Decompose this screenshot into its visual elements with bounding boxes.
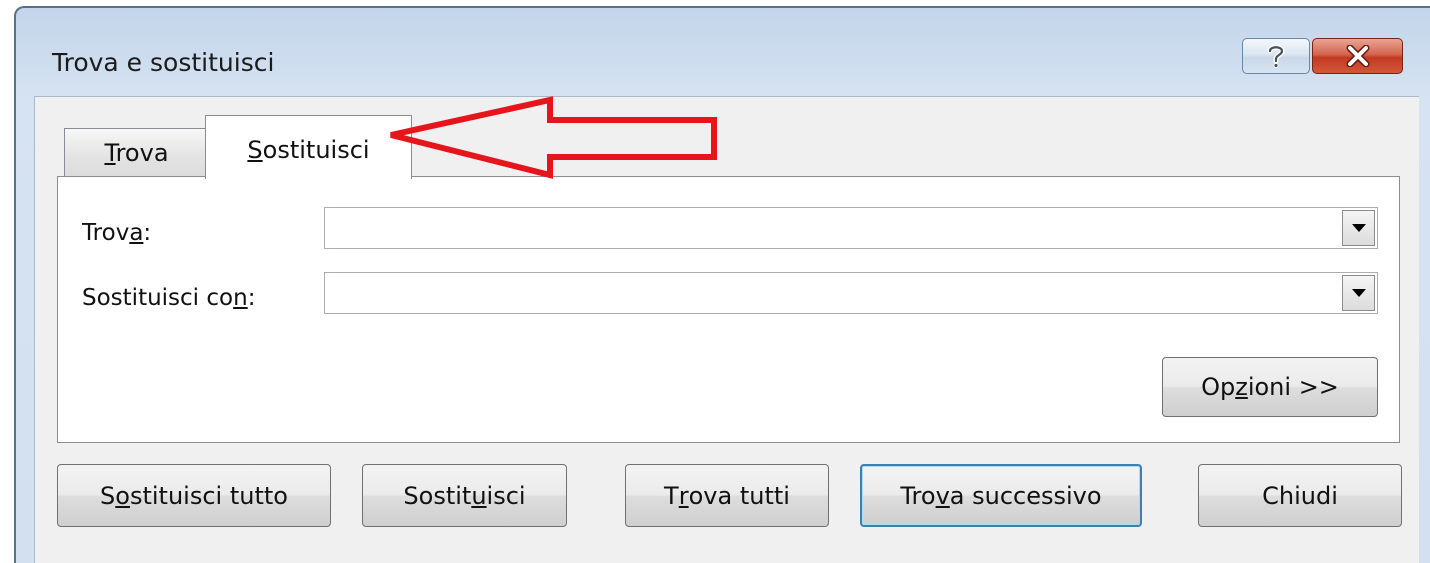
close-icon <box>1346 45 1369 67</box>
tab-trova-label: Trova <box>104 139 169 167</box>
chevron-down-icon <box>1351 224 1366 232</box>
replace-all-button[interactable]: So stituisci tutto <box>57 464 331 527</box>
tab-trova[interactable]: Trova <box>64 128 209 176</box>
dialog-title: Trova e sostituisci <box>52 48 275 77</box>
chevron-down-icon <box>1351 289 1366 297</box>
replace-button[interactable]: Sostit u isci <box>362 464 567 527</box>
find-input[interactable] <box>325 208 1335 248</box>
find-next-button[interactable]: Tro v a successivo <box>860 464 1142 527</box>
replace-combobox[interactable] <box>324 272 1378 314</box>
tab-sostituisci-label: Sostituisci <box>247 136 370 164</box>
help-button[interactable] <box>1242 38 1310 74</box>
tab-sostituisci[interactable]: Sostituisci <box>205 115 412 179</box>
help-icon <box>1267 44 1285 68</box>
replace-input[interactable] <box>325 273 1335 313</box>
dialog-client-area: Trova Sostituisci Trova: Sostituisci con… <box>34 96 1419 563</box>
find-dropdown-button[interactable] <box>1342 210 1375 246</box>
find-replace-dialog: Trova e sostituisci Trova Sostituisci Tr… <box>14 6 1430 563</box>
options-button[interactable]: Op z ioni >> <box>1162 357 1378 417</box>
replace-tab-panel: Trova: Sostituisci con: Op z ioni >> <box>57 176 1400 443</box>
find-all-button[interactable]: Tr ova tutti <box>625 464 829 527</box>
replace-dropdown-button[interactable] <box>1342 275 1375 311</box>
close-button[interactable]: Chiudi <box>1198 464 1402 527</box>
find-label: Trova: <box>82 220 152 246</box>
red-arrow-annotation <box>390 96 717 179</box>
find-combobox[interactable] <box>324 207 1378 249</box>
close-window-button[interactable] <box>1312 38 1403 74</box>
replace-label: Sostituisci con: <box>82 285 256 311</box>
